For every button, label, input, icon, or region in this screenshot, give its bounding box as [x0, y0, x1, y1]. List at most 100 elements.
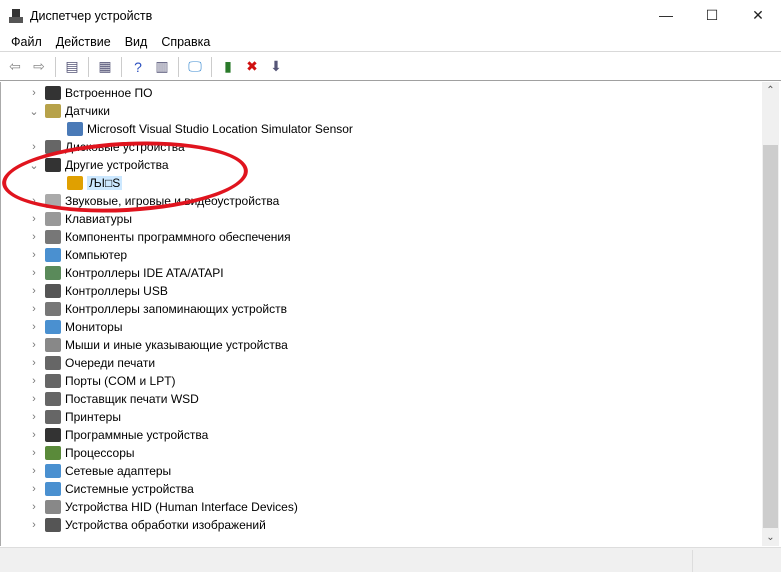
menu-help[interactable]: Справка: [154, 35, 217, 49]
device-icon: [45, 374, 61, 388]
category-item[interactable]: › Порты (COM и LPT): [27, 372, 176, 390]
chevron-right-icon[interactable]: ›: [27, 321, 41, 333]
item-label: Сетевые адаптеры: [65, 464, 172, 478]
category-item[interactable]: › Устройства обработки изображений: [27, 516, 266, 534]
properties-icon[interactable]: ▦: [94, 56, 116, 78]
device-item[interactable]: Microsoft Visual Studio Location Simulat…: [63, 120, 353, 138]
toolbar-separator: [178, 56, 179, 77]
category-item[interactable]: ⌄ Датчики: [27, 102, 110, 120]
item-label: Компоненты программного обеспечения: [65, 230, 291, 244]
category-item[interactable]: › Принтеры: [27, 408, 121, 426]
category-item[interactable]: › Мониторы: [27, 318, 122, 336]
chevron-right-icon[interactable]: ›: [27, 393, 41, 405]
chevron-right-icon[interactable]: ›: [27, 375, 41, 387]
item-label: Поставщик печати WSD: [65, 392, 199, 406]
action-pane-icon[interactable]: ▥: [151, 56, 173, 78]
toolbar-separator: [121, 56, 122, 77]
device-icon: [45, 212, 61, 226]
show-hide-console-tree-icon[interactable]: ▤: [61, 56, 83, 78]
item-label: Контроллеры запоминающих устройств: [65, 302, 287, 316]
scroll-down-icon[interactable]: ⌄: [762, 529, 779, 546]
category-item[interactable]: › Программные устройства: [27, 426, 208, 444]
category-item[interactable]: ⌄ Другие устройства: [27, 156, 169, 174]
device-icon: [67, 122, 83, 136]
back-icon[interactable]: ⇦: [4, 56, 26, 78]
minimize-button[interactable]: —: [643, 0, 689, 30]
item-label: Датчики: [65, 104, 110, 118]
title-bar: Диспетчер устройств — ☐ ✕: [0, 0, 781, 32]
category-item[interactable]: › Мыши и иные указывающие устройства: [27, 336, 288, 354]
chevron-right-icon[interactable]: ›: [27, 285, 41, 297]
category-item[interactable]: › Сетевые адаптеры: [27, 462, 171, 480]
disable-icon[interactable]: ⬇: [265, 56, 287, 78]
device-icon: [45, 248, 61, 262]
category-item[interactable]: › Очереди печати: [27, 354, 155, 372]
chevron-right-icon[interactable]: ›: [27, 357, 41, 369]
category-item[interactable]: › Системные устройства: [27, 480, 194, 498]
scrollbar-thumb[interactable]: [763, 145, 778, 528]
category-item[interactable]: › Контроллеры IDE ATA/ATAPI: [27, 264, 224, 282]
device-icon: [45, 356, 61, 370]
close-button[interactable]: ✕: [735, 0, 781, 30]
update-driver-icon[interactable]: ▮: [217, 56, 239, 78]
chevron-right-icon[interactable]: ›: [27, 141, 41, 153]
chevron-right-icon[interactable]: ›: [27, 249, 41, 261]
chevron-right-icon[interactable]: ›: [27, 267, 41, 279]
scroll-up-icon[interactable]: ⌃: [762, 82, 779, 99]
chevron-right-icon[interactable]: ›: [27, 303, 41, 315]
chevron-right-icon[interactable]: ›: [27, 411, 41, 423]
chevron-right-icon[interactable]: ›: [27, 465, 41, 477]
category-item[interactable]: › Контроллеры запоминающих устройств: [27, 300, 287, 318]
category-item[interactable]: › Устройства HID (Human Interface Devices…: [27, 498, 298, 516]
item-label: Программные устройства: [65, 428, 209, 442]
help-icon[interactable]: ?: [127, 56, 149, 78]
chevron-right-icon[interactable]: ›: [27, 339, 41, 351]
chevron-right-icon[interactable]: ›: [27, 87, 41, 99]
category-item[interactable]: › Клавиатуры: [27, 210, 132, 228]
chevron-right-icon[interactable]: ›: [27, 231, 41, 243]
warning-device-icon: [67, 176, 83, 190]
category-item[interactable]: › Дисковые устройства: [27, 138, 185, 156]
item-label: Клавиатуры: [65, 212, 132, 226]
device-icon: [45, 230, 61, 244]
device-item[interactable]: ЉI□S: [63, 174, 123, 192]
chevron-down-icon[interactable]: ⌄: [27, 105, 41, 118]
chevron-right-icon[interactable]: ›: [27, 501, 41, 513]
vertical-scrollbar[interactable]: ⌃ ⌄: [762, 82, 779, 546]
device-icon: [45, 104, 61, 118]
chevron-right-icon[interactable]: ›: [27, 519, 41, 531]
chevron-right-icon[interactable]: ›: [27, 447, 41, 459]
chevron-right-icon[interactable]: ›: [27, 429, 41, 441]
category-item[interactable]: › Компьютер: [27, 246, 127, 264]
item-label: Компьютер: [65, 248, 128, 262]
chevron-right-icon[interactable]: ›: [27, 195, 41, 207]
forward-icon[interactable]: ⇨: [28, 56, 50, 78]
item-label: Контроллеры USB: [65, 284, 168, 298]
category-item[interactable]: › Звуковые, игровые и видеоустройства: [27, 192, 279, 210]
menu-view[interactable]: Вид: [118, 35, 155, 49]
item-label: Очереди печати: [65, 356, 156, 370]
uninstall-icon[interactable]: ✖: [241, 56, 263, 78]
category-item[interactable]: › Поставщик печати WSD: [27, 390, 199, 408]
device-icon: [45, 302, 61, 316]
category-item[interactable]: › Встроенное ПО: [27, 84, 152, 102]
device-icon: [45, 86, 61, 100]
category-item[interactable]: › Контроллеры USB: [27, 282, 168, 300]
menu-file[interactable]: Файл: [4, 35, 49, 49]
category-item[interactable]: › Процессоры: [27, 444, 135, 462]
chevron-down-icon[interactable]: ⌄: [27, 159, 41, 172]
menu-action[interactable]: Действие: [49, 35, 118, 49]
item-label: Microsoft Visual Studio Location Simulat…: [87, 122, 353, 136]
device-icon: [45, 392, 61, 406]
device-icon: [45, 338, 61, 352]
status-bar: [0, 547, 781, 572]
chevron-right-icon[interactable]: ›: [27, 213, 41, 225]
device-icon: [45, 500, 61, 514]
scan-hardware-icon[interactable]: 🖵: [184, 56, 206, 78]
maximize-button[interactable]: ☐: [689, 0, 735, 30]
item-label: Системные устройства: [65, 482, 194, 496]
chevron-right-icon[interactable]: ›: [27, 483, 41, 495]
category-item[interactable]: › Компоненты программного обеспечения: [27, 228, 291, 246]
window-title: Диспетчер устройств: [30, 9, 153, 23]
toolbar-separator: [55, 56, 56, 77]
